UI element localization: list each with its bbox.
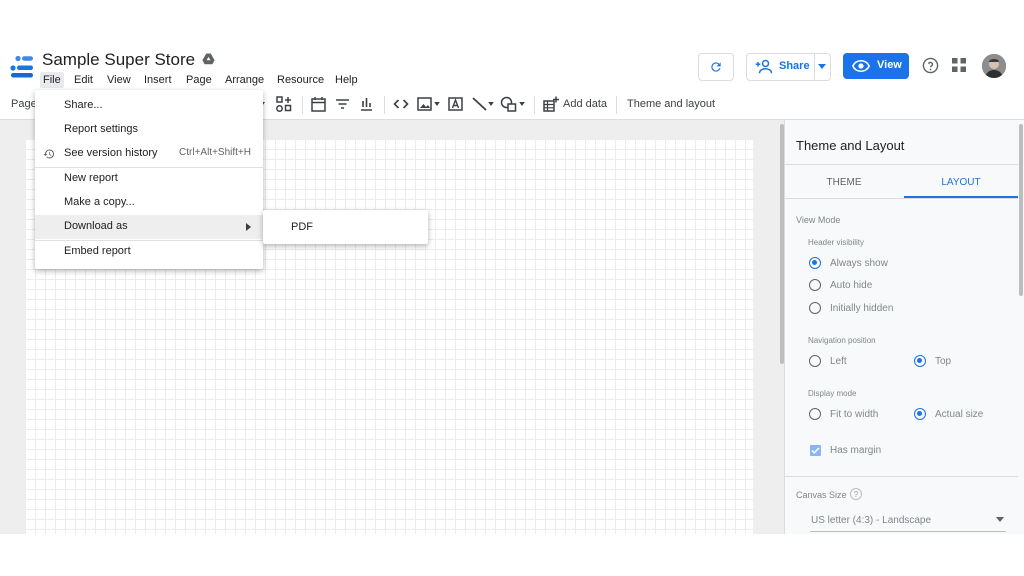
view-mode-label: View Mode bbox=[796, 215, 841, 225]
menu-help[interactable]: Help bbox=[332, 72, 361, 88]
checkmark-icon bbox=[811, 447, 820, 454]
menu-item-make-copy[interactable]: Make a copy... bbox=[35, 191, 263, 215]
toolbar-divider bbox=[302, 96, 303, 114]
canvas-size-value: US letter (4:3) - Landscape bbox=[811, 515, 932, 526]
code-embed-icon[interactable] bbox=[393, 96, 409, 112]
menu-item-version-history[interactable]: See version history Ctrl+Alt+Shift+H bbox=[35, 142, 263, 166]
navigation-position-label: Navigation position bbox=[808, 336, 876, 345]
menu-item-report-settings[interactable]: Report settings bbox=[35, 118, 263, 142]
help-icon[interactable] bbox=[922, 57, 939, 74]
add-data-icon[interactable] bbox=[543, 96, 559, 112]
share-button-label: Share bbox=[779, 60, 810, 72]
option-always-show[interactable]: Always show bbox=[830, 258, 888, 269]
page-navigator-label[interactable]: Page bbox=[11, 98, 37, 110]
menu-insert[interactable]: Insert bbox=[141, 72, 175, 88]
submenu-item-pdf[interactable]: PDF bbox=[291, 221, 313, 233]
menu-arrange[interactable]: Arrange bbox=[222, 72, 267, 88]
shape-icon[interactable] bbox=[500, 96, 517, 112]
tab-label: THEME bbox=[826, 177, 862, 188]
menu-page[interactable]: Page bbox=[183, 72, 215, 88]
calendar-icon[interactable] bbox=[311, 96, 326, 112]
panel-scrollbar[interactable] bbox=[1019, 124, 1023, 296]
tab-layout[interactable]: LAYOUT bbox=[904, 166, 1018, 198]
toolbar-divider bbox=[616, 96, 617, 114]
panel-divider bbox=[784, 198, 1018, 199]
menu-item-label: Share... bbox=[64, 99, 103, 111]
radio-fit-to-width[interactable] bbox=[809, 408, 821, 420]
menu-item-label: Embed report bbox=[64, 245, 131, 257]
radio-initially-hidden[interactable] bbox=[809, 302, 821, 314]
has-margin-label[interactable]: Has margin bbox=[830, 445, 881, 456]
add-control-icon[interactable] bbox=[276, 96, 292, 112]
refresh-button[interactable] bbox=[698, 53, 734, 81]
radio-always-show[interactable] bbox=[809, 257, 821, 269]
tab-theme[interactable]: THEME bbox=[784, 166, 904, 198]
view-button[interactable]: View bbox=[843, 53, 909, 79]
panel-divider bbox=[784, 476, 1018, 477]
option-initially-hidden[interactable]: Initially hidden bbox=[830, 303, 893, 314]
chevron-down-icon[interactable] bbox=[519, 102, 525, 106]
menu-item-new-report[interactable]: New report bbox=[35, 167, 263, 191]
has-margin-checkbox[interactable] bbox=[810, 445, 821, 456]
option-nav-left[interactable]: Left bbox=[830, 356, 847, 367]
header-visibility-label: Header visibility bbox=[808, 238, 865, 247]
refresh-icon bbox=[711, 62, 721, 72]
option-actual-size[interactable]: Actual size bbox=[935, 409, 983, 420]
menu-item-label: New report bbox=[64, 172, 118, 184]
chevron-down-icon[interactable] bbox=[818, 64, 826, 69]
radio-nav-left[interactable] bbox=[809, 355, 821, 367]
panel-title: Theme and Layout bbox=[796, 138, 905, 153]
text-box-icon[interactable] bbox=[448, 96, 463, 112]
data-studio-logo-icon[interactable] bbox=[9, 52, 35, 78]
menu-edit[interactable]: Edit bbox=[71, 72, 96, 88]
menu-item-download-as[interactable]: Download as bbox=[35, 215, 263, 239]
data-control-icon[interactable] bbox=[359, 96, 374, 112]
option-auto-hide[interactable]: Auto hide bbox=[830, 280, 872, 291]
download-submenu: PDF bbox=[263, 210, 428, 244]
view-button-label: View bbox=[877, 59, 902, 71]
option-fit-to-width[interactable]: Fit to width bbox=[830, 409, 878, 420]
share-button[interactable]: Share bbox=[746, 53, 831, 81]
add-data-button[interactable]: Add data bbox=[563, 98, 607, 110]
report-title[interactable]: Sample Super Store bbox=[42, 50, 195, 70]
radio-actual-size[interactable] bbox=[914, 408, 926, 420]
image-icon[interactable] bbox=[417, 96, 432, 112]
drive-icon[interactable] bbox=[202, 53, 215, 65]
radio-auto-hide[interactable] bbox=[809, 279, 821, 291]
chevron-right-icon bbox=[246, 223, 251, 231]
canvas-size-label: Canvas Size bbox=[796, 490, 847, 500]
add-person-icon bbox=[755, 59, 773, 74]
menu-file[interactable]: File bbox=[40, 72, 64, 88]
menu-item-share[interactable]: Share... bbox=[35, 94, 263, 118]
menu-item-label: Download as bbox=[64, 220, 128, 232]
dropdown-caret-icon bbox=[996, 517, 1004, 522]
apps-grid-icon[interactable] bbox=[952, 58, 966, 72]
filter-icon[interactable] bbox=[335, 96, 350, 112]
toolbar-divider bbox=[534, 96, 535, 114]
radio-nav-top[interactable] bbox=[914, 355, 926, 367]
menu-shortcut: Ctrl+Alt+Shift+H bbox=[179, 147, 251, 158]
eye-icon bbox=[852, 59, 870, 73]
canvas-size-dropdown[interactable]: US letter (4:3) - Landscape bbox=[810, 511, 1006, 532]
menu-view[interactable]: View bbox=[104, 72, 134, 88]
toolbar-divider bbox=[384, 96, 385, 114]
file-menu: Share... Report settings See version his… bbox=[35, 90, 263, 269]
tab-label: LAYOUT bbox=[941, 177, 981, 188]
display-mode-label: Display mode bbox=[808, 389, 857, 398]
theme-and-layout-button[interactable]: Theme and layout bbox=[627, 98, 715, 110]
history-icon bbox=[43, 149, 54, 159]
line-icon[interactable] bbox=[472, 96, 487, 112]
share-divider bbox=[814, 54, 815, 80]
menu-item-embed-report[interactable]: Embed report bbox=[35, 240, 263, 264]
menu-item-label: Report settings bbox=[64, 123, 138, 135]
help-icon[interactable]: ? bbox=[850, 488, 862, 500]
menu-item-label: Make a copy... bbox=[64, 196, 135, 208]
panel-divider bbox=[784, 164, 1018, 165]
menu-item-label: See version history bbox=[64, 147, 158, 159]
chevron-down-icon[interactable] bbox=[488, 102, 494, 106]
menu-resource[interactable]: Resource bbox=[274, 72, 327, 88]
option-nav-top[interactable]: Top bbox=[935, 356, 951, 367]
user-avatar[interactable] bbox=[982, 54, 1006, 78]
chevron-down-icon[interactable] bbox=[434, 102, 440, 106]
